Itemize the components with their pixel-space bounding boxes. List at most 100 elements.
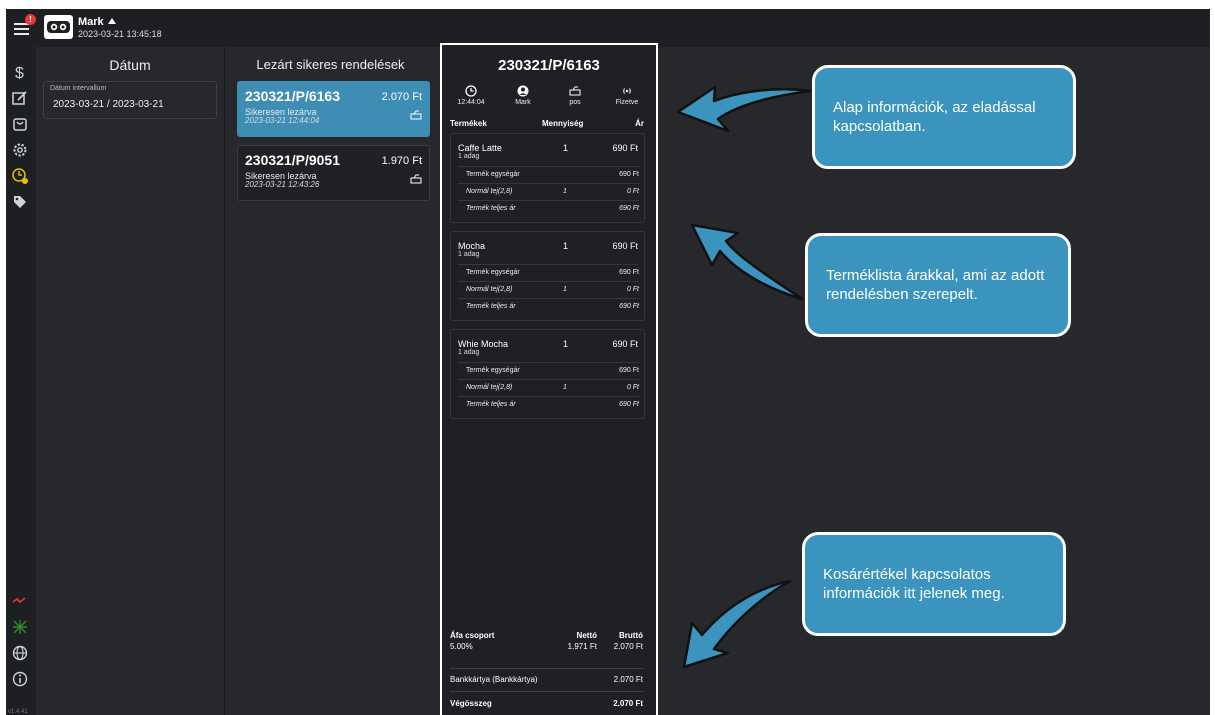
payment-method: Bankkártya (Bankkártya) <box>450 675 538 684</box>
callout-product-list: Terméklista árakkal, ami az adott rendel… <box>805 233 1071 337</box>
callout-cart-info: Kosárértékel kapcsolatos információk itt… <box>802 532 1066 636</box>
product-price: 690 Ft <box>612 143 638 153</box>
header-price: Ár <box>635 119 644 128</box>
subrow-qty: 1 <box>563 384 567 391</box>
version-label: v1.4.41 <box>8 709 28 715</box>
globe-icon[interactable] <box>11 644 29 662</box>
product-price: 690 Ft <box>612 241 638 251</box>
product-name: Whie Mocha <box>458 339 509 349</box>
edit-icon[interactable] <box>11 89 29 107</box>
subrow-price: 690 Ft <box>619 269 639 276</box>
product-unit: 1 adag <box>458 349 480 356</box>
header-quantity: Mennyiség <box>542 119 584 128</box>
arrow-icon <box>690 223 804 301</box>
tag-icon[interactable] <box>11 193 29 211</box>
vat-gross-label: Bruttó <box>619 631 643 640</box>
vat-group-label: Áfa csoport <box>450 631 495 640</box>
contactless-icon <box>623 88 631 94</box>
product-name: Caffe Latte <box>458 143 502 153</box>
subrow-qty: 1 <box>563 286 567 293</box>
subrow-label: Termék teljes ár <box>466 205 516 212</box>
sidebar: $ v1.4.41 <box>6 47 36 715</box>
menu-icon-line <box>14 33 29 35</box>
product-subrow: Normál tej(2,8) 1 0 Ft <box>458 379 639 395</box>
subrow-label: Termék teljes ár <box>466 303 516 310</box>
notification-badge: ! <box>25 14 36 25</box>
order-detail-panel: 230321/P/6163 12:44:04 Mark pos Fizetve … <box>440 43 658 715</box>
order-card[interactable]: 230321/P/6163 2.070 Ft Sikeresen lezárva… <box>237 81 430 137</box>
payment-amount: 2.070 Ft <box>613 675 643 684</box>
network-status-icon[interactable] <box>11 618 29 636</box>
app-window: ! Mark 2023-03-21 13:45:18 $ v1.4.41 Dát… <box>6 9 1210 715</box>
menu-icon-line <box>14 28 29 30</box>
product-qty: 1 <box>563 339 569 349</box>
order-price: 1.970 Ft <box>381 155 422 167</box>
product-subrow: Termék egységár 690 Ft <box>458 264 639 280</box>
orders-panel-title: Lezárt sikeres rendelések <box>256 57 405 72</box>
pos-terminal-icon <box>410 174 422 184</box>
menu-button[interactable]: ! <box>12 14 36 38</box>
date-interval-field[interactable]: Dátum intervallum 2023-03-21 / 2023-03-2… <box>43 81 217 119</box>
subrow-label: Termék egységár <box>466 269 520 276</box>
current-datetime: 2023-03-21 13:45:18 <box>78 29 162 39</box>
app-logo <box>44 15 73 39</box>
gear-icon[interactable] <box>11 141 29 159</box>
product-subrow: Termék teljes ár 690 Ft <box>458 200 639 216</box>
product-qty: 1 <box>563 241 569 251</box>
total-amount: 2.070 Ft <box>613 699 643 708</box>
order-detail-title: 230321/P/6163 <box>498 57 600 74</box>
dollar-icon[interactable]: $ <box>11 63 29 82</box>
subrow-label: Termék egységár <box>466 367 520 374</box>
info-payment-status-value: Fizetve <box>615 99 639 106</box>
order-time: 2023-03-21 12:44:04 <box>245 116 320 125</box>
bag-icon[interactable] <box>11 115 29 133</box>
subrow-label: Normál tej(2,8) <box>466 188 513 195</box>
user-icon <box>517 85 529 97</box>
user-name: Mark <box>78 16 117 28</box>
product-item: Caffe Latte 1 690 Ft 1 adag Termék egysé… <box>450 133 645 223</box>
products-header: Termékek Mennyiség Ár <box>450 119 650 131</box>
total-label: Végösszeg <box>450 699 492 708</box>
clock-alert-icon[interactable] <box>11 167 29 185</box>
info-payment-status: Fizetve <box>602 85 652 106</box>
subrow-price: 690 Ft <box>619 205 639 212</box>
date-panel-title: Dátum <box>109 57 151 73</box>
printer-status-icon[interactable] <box>11 592 29 610</box>
top-bar: ! Mark 2023-03-21 13:45:18 <box>6 9 1210 47</box>
callout-basic-info: Alap információk, az eladással kapcsolat… <box>812 65 1076 169</box>
orders-panel: Lezárt sikeres rendelések 230321/P/6163 … <box>225 47 436 715</box>
header-products: Termékek <box>450 119 487 128</box>
subrow-price: 690 Ft <box>619 401 639 408</box>
product-item: Whie Mocha 1 690 Ft 1 adag Termék egység… <box>450 329 645 419</box>
order-card[interactable]: 230321/P/9051 1.970 Ft Sikeresen lezárva… <box>237 145 430 201</box>
pos-terminal-icon <box>410 110 422 120</box>
info-user: Mark <box>498 85 548 106</box>
vat-net-value: 1.971 Ft <box>567 642 597 651</box>
total-row: Végösszeg 2.070 Ft <box>450 697 643 711</box>
vat-summary: Áfa csoport Nettó Bruttó 5.00% 1.971 Ft … <box>450 631 643 661</box>
user-badge-icon <box>107 18 116 24</box>
info-icon[interactable] <box>11 670 29 688</box>
pos-icon <box>569 86 581 96</box>
clock-icon <box>465 85 477 97</box>
product-item: Mocha 1 690 Ft 1 adag Termék egységár 69… <box>450 231 645 321</box>
date-interval-label: Dátum intervallum <box>50 85 107 92</box>
payment-row: Bankkártya (Bankkártya) 2.070 Ft <box>450 668 643 692</box>
product-subrow: Normál tej(2,8) 1 0 Ft <box>458 183 639 199</box>
subrow-label: Normál tej(2,8) <box>466 384 513 391</box>
info-time: 12:44:04 <box>446 85 496 106</box>
info-pos: pos <box>550 85 600 106</box>
order-price: 2.070 Ft <box>381 91 422 103</box>
arrow-icon <box>676 85 812 133</box>
subrow-price: 0 Ft <box>626 188 639 195</box>
subrow-price: 690 Ft <box>619 171 639 178</box>
product-price: 690 Ft <box>612 339 638 349</box>
vat-gross-value: 2.070 Ft <box>613 642 643 651</box>
subrow-qty: 1 <box>563 188 567 195</box>
date-interval-value: 2023-03-21 / 2023-03-21 <box>53 99 164 110</box>
product-subrow: Termék egységár 690 Ft <box>458 166 639 182</box>
order-id: 230321/P/6163 <box>245 88 340 104</box>
subrow-label: Termék egységár <box>466 171 520 178</box>
product-subrow: Termék teljes ár 690 Ft <box>458 396 639 412</box>
subrow-price: 690 Ft <box>619 303 639 310</box>
